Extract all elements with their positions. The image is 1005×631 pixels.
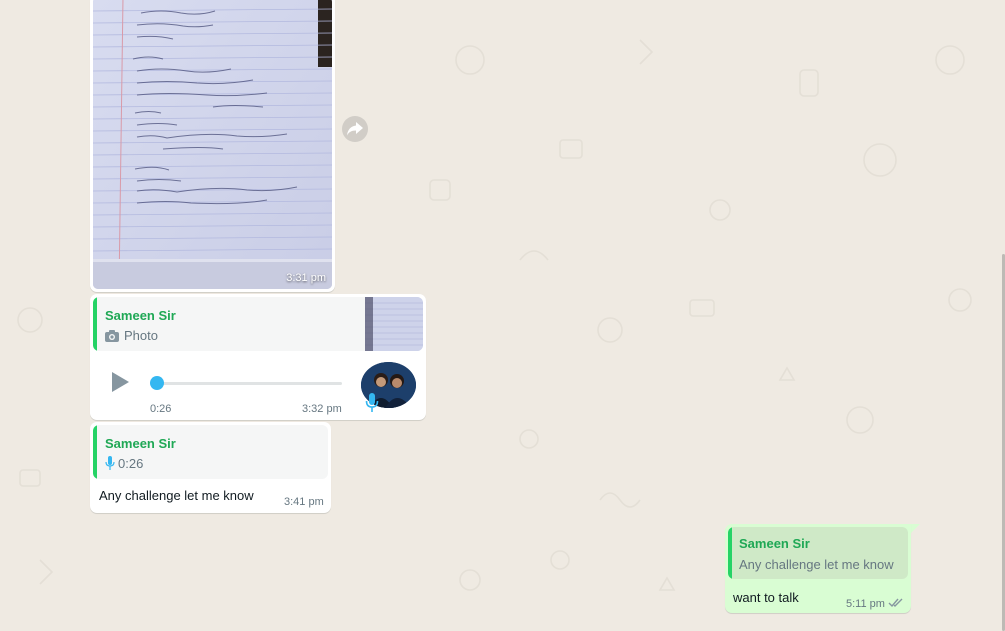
mic-icon — [105, 456, 115, 470]
text-message[interactable]: Sameen Sir 0:26 Any challenge let me kno… — [90, 422, 331, 513]
quoted-message[interactable]: Sameen Sir Photo — [93, 297, 423, 351]
quoted-message[interactable]: Sameen Sir 0:26 — [93, 425, 328, 479]
double-check-icon — [888, 598, 903, 608]
quote-sender: Sameen Sir — [105, 436, 176, 451]
voice-progress-knob[interactable] — [150, 376, 164, 390]
voice-message[interactable]: Sameen Sir Photo 0:26 3:32 pm — [90, 294, 426, 420]
voice-progress-track[interactable] — [154, 382, 342, 385]
voice-duration: 0:26 — [150, 403, 172, 415]
forward-icon — [347, 122, 363, 136]
play-icon — [112, 372, 129, 392]
quote-accent-bar — [93, 425, 97, 479]
forward-button[interactable] — [342, 116, 368, 142]
message-time: 3:31 pm — [286, 272, 326, 284]
notebook-photo[interactable] — [93, 0, 332, 289]
quote-preview: 0:26 — [105, 456, 143, 471]
bubble-tail — [911, 524, 920, 533]
message-text: want to talk — [733, 590, 799, 605]
quote-sender: Sameen Sir — [105, 308, 176, 323]
mic-icon — [365, 392, 379, 414]
camera-icon — [105, 329, 119, 342]
quote-thumbnail — [365, 297, 423, 351]
play-button[interactable] — [108, 369, 132, 395]
message-time: 5:11 pm — [846, 598, 885, 610]
outgoing-message[interactable]: Sameen Sir Any challenge let me know wan… — [725, 524, 911, 613]
quote-preview: Photo — [105, 328, 158, 343]
quote-text: Any challenge let me know — [739, 557, 894, 572]
message-text: Any challenge let me know — [99, 488, 254, 503]
image-message[interactable]: 3:31 pm — [90, 0, 335, 292]
message-time: 3:32 pm — [302, 403, 342, 415]
quote-duration: 0:26 — [118, 456, 144, 471]
quote-sender: Sameen Sir — [739, 536, 810, 551]
quote-accent-bar — [728, 527, 732, 579]
quote-accent-bar — [93, 297, 97, 351]
quoted-message[interactable]: Sameen Sir Any challenge let me know — [728, 527, 908, 579]
quote-text: Photo — [124, 328, 158, 343]
message-time: 3:41 pm — [284, 496, 324, 508]
